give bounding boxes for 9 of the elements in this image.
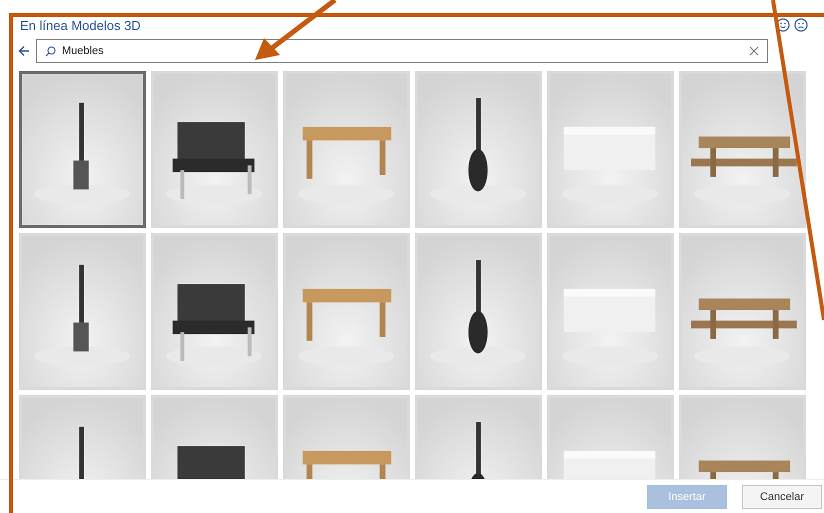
search-bar[interactable]: Muebles [36,39,768,63]
cancel-button[interactable]: Cancelar [742,484,822,508]
smiley-icon[interactable] [776,18,790,32]
frown-icon[interactable] [794,18,808,32]
search-icon [45,46,56,56]
clear-button[interactable] [749,46,759,56]
back-button[interactable] [18,45,30,57]
search-input[interactable]: Muebles [62,45,743,57]
dialog-title: En línea Modelos 3D [20,18,141,32]
